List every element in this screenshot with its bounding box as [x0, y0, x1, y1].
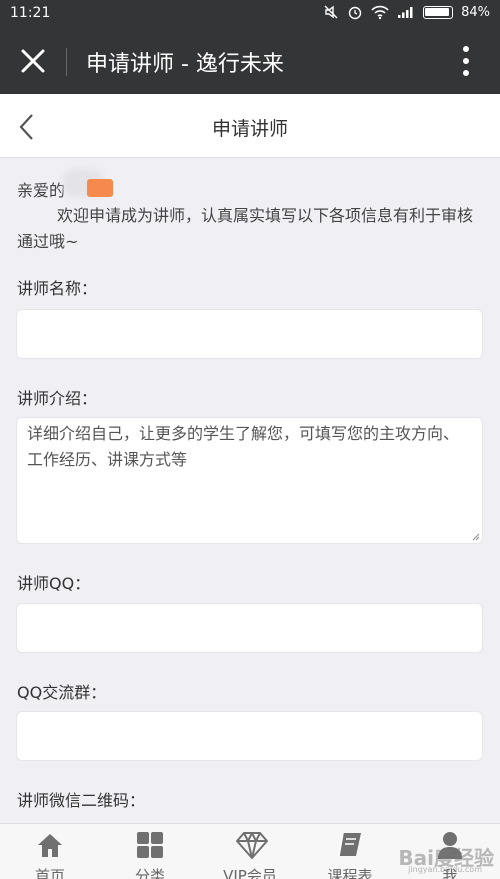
resize-handle-icon[interactable] [470, 531, 480, 541]
tab-schedule[interactable]: 课程表 [300, 824, 400, 879]
intro-label: 讲师介绍： [17, 389, 98, 408]
status-icons: 84% [323, 4, 490, 20]
qq-label: 讲师QQ： [17, 574, 91, 593]
book-icon [338, 832, 361, 857]
redacted-name [63, 169, 113, 197]
group-label: QQ交流群： [17, 683, 107, 702]
close-icon[interactable] [18, 46, 48, 76]
signal-icon [398, 7, 413, 18]
wechat-title: 申请讲师 - 逸行未来 [86, 52, 284, 77]
name-label: 讲师名称： [17, 279, 98, 298]
tab-label: 课程表 [327, 867, 373, 879]
intro-textarea[interactable]: 详细介绍自己，让更多的学生了解您，可填写您的主攻方向、工作经历、讲课方式等 [16, 417, 483, 544]
battery-icon [423, 5, 454, 19]
diamond-icon [236, 832, 268, 859]
tab-label: 分类 [134, 867, 165, 879]
wechat-titlebar: 申请讲师 - 逸行未来 [0, 28, 500, 94]
status-time: 11:21 [10, 5, 51, 21]
page-header: 申请讲师 [0, 94, 500, 158]
status-bar: 11:21 84% [0, 0, 500, 28]
tab-category[interactable]: 分类 [100, 824, 200, 879]
wechat-qr-label: 讲师微信二维码： [17, 791, 146, 810]
mute-icon [324, 5, 338, 19]
grid-icon [137, 832, 163, 858]
home-icon [38, 834, 62, 857]
qq-input[interactable] [16, 603, 483, 653]
page-title: 申请讲师 [211, 118, 288, 140]
qq-group-input[interactable] [16, 711, 483, 761]
watermark-url: jingyan.baidu.com [408, 865, 482, 874]
intro-placeholder: 详细介绍自己，让更多的学生了解您，可填写您的主攻方向、工作经历、讲课方式等 [27, 424, 460, 469]
welcome-text: 欢迎申请成为讲师，认真属实填写以下各项信息有利于审核通过哦~ [17, 206, 474, 251]
tab-vip[interactable]: VIP会员 [200, 824, 300, 879]
alarm-icon [348, 6, 362, 20]
wifi-icon [371, 5, 389, 20]
tab-home[interactable]: 首页 [0, 824, 100, 879]
tab-label: VIP会员 [223, 867, 277, 879]
tab-label: 首页 [34, 867, 65, 879]
more-options-icon[interactable] [462, 44, 470, 78]
titlebar-divider [66, 48, 67, 76]
greeting-prefix: 亲爱的 [17, 181, 66, 200]
battery-level: 84% [461, 4, 490, 20]
name-input[interactable] [16, 309, 483, 359]
